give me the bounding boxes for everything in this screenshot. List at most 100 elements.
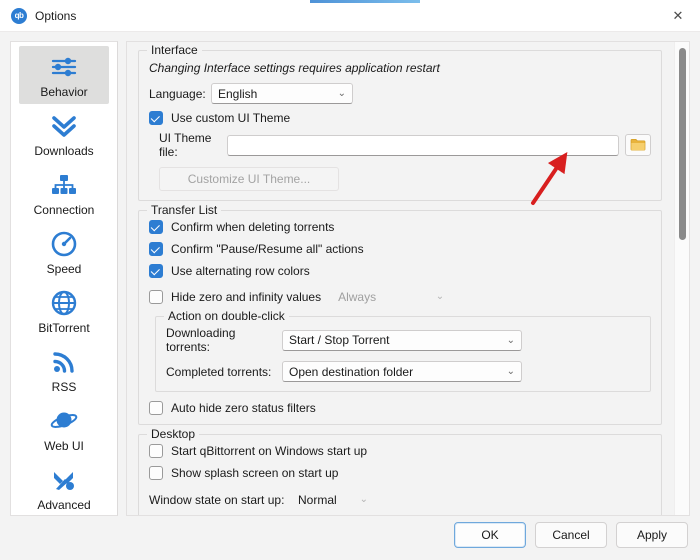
folder-browse-button[interactable] — [625, 134, 651, 156]
globe-icon — [48, 288, 80, 318]
language-value: English — [218, 86, 258, 101]
app-logo-icon: qb — [11, 7, 27, 24]
sidebar-item-label: Speed — [46, 262, 82, 276]
completed-action-label: Completed torrents: — [166, 364, 272, 379]
show-splash-screen-checkbox[interactable]: Show splash screen on start up — [149, 466, 651, 480]
checkbox-label: Confirm "Pause/Resume all" actions — [171, 242, 364, 256]
planet-icon — [48, 406, 80, 436]
checkbox-indicator — [149, 220, 163, 234]
alternating-row-colors-checkbox[interactable]: Use alternating row colors — [149, 264, 651, 278]
language-select[interactable]: English ⌄ — [211, 83, 353, 104]
chevron-down-icon: ⌄ — [359, 494, 368, 505]
sidebar-item-behavior[interactable]: Behavior — [19, 46, 109, 104]
window-state-value: Normal — [298, 492, 337, 507]
double-chevron-down-icon — [48, 111, 80, 141]
checkbox-indicator — [149, 264, 163, 278]
window-state-label: Window state on start up: — [149, 492, 285, 507]
transfer-list-group: Transfer List Confirm when deleting torr… — [138, 203, 662, 425]
settings-sidebar: Behavior Downloads Connection Speed BitT… — [10, 41, 118, 516]
sidebar-item-label: Behavior — [40, 85, 88, 99]
use-custom-theme-checkbox[interactable]: Use custom UI Theme — [149, 111, 651, 125]
sidebar-item-label: Web UI — [44, 439, 84, 453]
sidebar-item-web-ui[interactable]: Web UI — [19, 400, 109, 458]
checkbox-indicator[interactable] — [149, 289, 163, 304]
sliders-icon — [48, 52, 80, 82]
checkbox-label: Show splash screen on start up — [171, 466, 339, 480]
rss-icon — [48, 347, 80, 377]
vertical-scrollbar[interactable] — [674, 42, 689, 515]
checkbox-label: Confirm when deleting torrents — [171, 220, 335, 234]
tools-icon — [48, 465, 80, 495]
restart-note: Changing Interface settings requires app… — [149, 61, 440, 75]
sidebar-item-downloads[interactable]: Downloads — [19, 105, 109, 163]
cancel-button[interactable]: Cancel — [535, 522, 607, 548]
checkbox-indicator — [149, 444, 163, 458]
options-dialog: qb Options ✕ Behavior Downloads Connecti… — [0, 0, 700, 560]
sidebar-item-rss[interactable]: RSS — [19, 341, 109, 399]
checkbox-indicator — [149, 466, 163, 480]
checkbox-label: Start qBittorrent on Windows start up — [171, 444, 368, 458]
downloading-action-value: Start / Stop Torrent — [289, 333, 390, 347]
chevron-down-icon: ⌄ — [506, 366, 515, 377]
apply-button[interactable]: Apply — [616, 522, 688, 548]
checkbox-label: Use alternating row colors — [171, 264, 310, 278]
dialog-body: Behavior Downloads Connection Speed BitT… — [0, 32, 700, 516]
sidebar-item-label: RSS — [51, 380, 77, 394]
customize-ui-theme-button[interactable]: Customize UI Theme... — [159, 167, 339, 191]
settings-scroll-area: Interface Changing Interface settings re… — [126, 41, 690, 516]
double-click-group: Action on double-click Downloading torre… — [155, 309, 651, 392]
sidebar-item-speed[interactable]: Speed — [19, 223, 109, 281]
network-icon — [48, 170, 80, 200]
window-state-select[interactable]: Normal ⌄ — [291, 489, 375, 510]
ok-button[interactable]: OK — [454, 522, 526, 548]
downloading-action-row: Downloading torrents: Start / Stop Torre… — [166, 326, 640, 354]
folder-icon — [630, 138, 646, 151]
title-bar: qb Options ✕ — [0, 0, 700, 32]
confirm-delete-checkbox[interactable]: Confirm when deleting torrents — [149, 220, 651, 234]
dialog-footer: OK Cancel Apply — [0, 516, 700, 560]
accent-strip — [310, 0, 420, 3]
sidebar-item-advanced[interactable]: Advanced — [19, 459, 109, 515]
completed-action-value: Open destination folder — [289, 364, 414, 379]
transfer-list-legend: Transfer List — [147, 203, 222, 217]
completed-action-select[interactable]: Open destination folder ⌄ — [282, 361, 522, 382]
window-title: Options — [35, 8, 77, 23]
chevron-down-icon: ⌄ — [435, 291, 445, 302]
downloading-action-select[interactable]: Start / Stop Torrent ⌄ — [282, 329, 522, 351]
interface-legend: Interface — [147, 43, 202, 57]
completed-action-row: Completed torrents: Open destination fol… — [166, 361, 640, 382]
language-label: Language: — [149, 86, 206, 101]
theme-file-label: UI Theme file: — [159, 131, 212, 159]
hide-zero-values-row: Hide zero and infinity values Always ⌄ — [149, 286, 651, 307]
language-row: Language: English ⌄ — [149, 83, 651, 104]
desktop-group: Desktop Start qBittorrent on Windows sta… — [138, 427, 662, 515]
speedometer-icon — [48, 229, 80, 259]
theme-file-input[interactable] — [227, 134, 619, 156]
hide-zero-mode-value: Always — [338, 289, 377, 304]
checkbox-indicator — [149, 111, 163, 125]
downloading-action-label: Downloading torrents: — [166, 326, 236, 354]
sidebar-item-label: BitTorrent — [38, 321, 90, 335]
interface-group: Interface Changing Interface settings re… — [138, 43, 662, 201]
start-on-windows-startup-checkbox[interactable]: Start qBittorrent on Windows start up — [149, 444, 651, 458]
checkbox-indicator — [149, 401, 163, 415]
close-icon[interactable]: ✕ — [656, 0, 700, 31]
sidebar-item-bittorrent[interactable]: BitTorrent — [19, 282, 109, 340]
sidebar-item-label: Downloads — [34, 144, 94, 158]
chevron-down-icon: ⌄ — [506, 334, 515, 346]
use-custom-theme-label: Use custom UI Theme — [171, 111, 291, 125]
sidebar-item-connection[interactable]: Connection — [19, 164, 109, 222]
hide-zero-label: Hide zero and infinity values — [171, 289, 322, 304]
scrollbar-thumb[interactable] — [679, 48, 686, 240]
double-click-legend: Action on double-click — [164, 309, 289, 323]
hide-zero-mode-select[interactable]: Always ⌄ — [331, 286, 452, 307]
confirm-pause-resume-checkbox[interactable]: Confirm "Pause/Resume all" actions — [149, 242, 651, 256]
desktop-legend: Desktop — [147, 427, 200, 441]
customize-theme-row: Customize UI Theme... — [151, 167, 651, 191]
checkbox-indicator — [149, 242, 163, 256]
settings-pane: Interface Changing Interface settings re… — [127, 42, 673, 515]
theme-file-row: UI Theme file: — [151, 131, 651, 159]
window-state-row: Window state on start up: Normal ⌄ — [149, 489, 651, 510]
chevron-down-icon: ⌄ — [337, 88, 346, 99]
auto-hide-filters-checkbox[interactable]: Auto hide zero status filters — [149, 401, 651, 415]
